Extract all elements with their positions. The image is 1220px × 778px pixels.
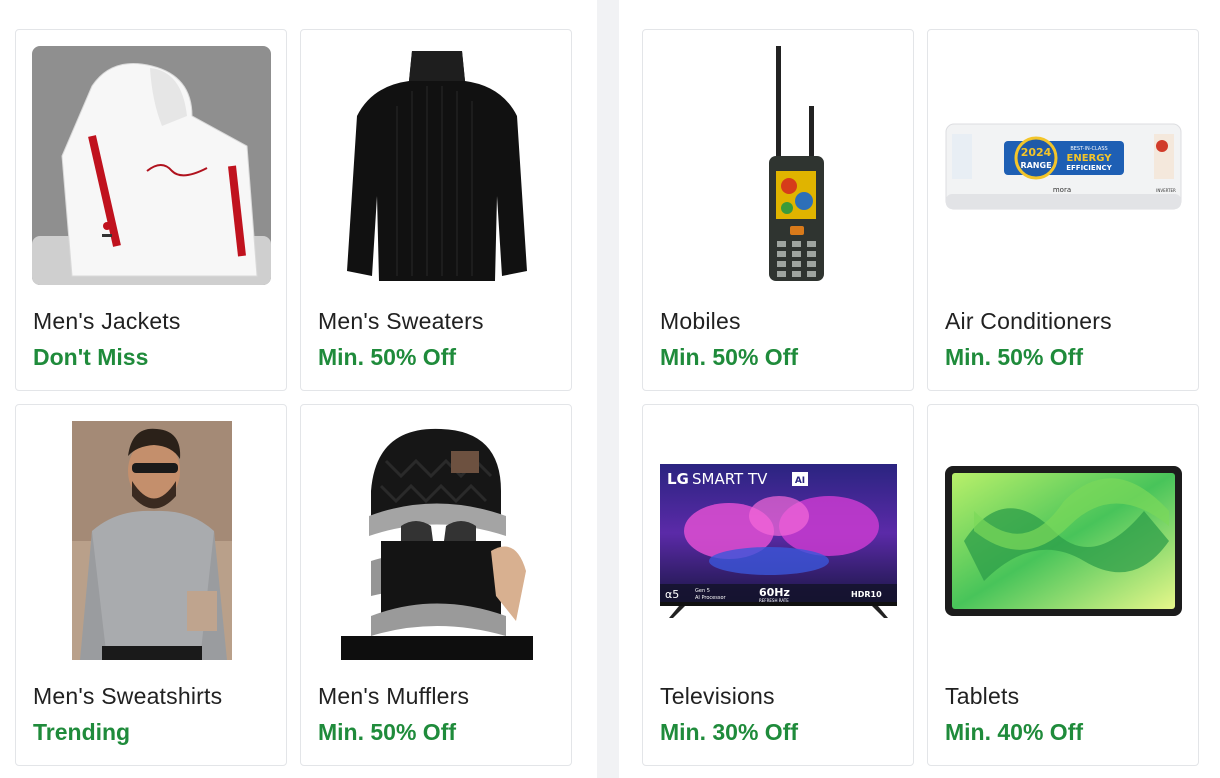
product-image-ac: 2024 RANGE BEST-IN-CLASS ENERGY EFFICIEN… <box>944 46 1183 285</box>
category-card-mens-jackets[interactable]: Men's Jackets Don't Miss <box>15 29 287 391</box>
ac-badge-range: RANGE <box>1020 161 1051 170</box>
ac-badge-line2: ENERGY <box>1067 153 1113 164</box>
card-offer: Min. 50% Off <box>318 344 457 370</box>
product-image-tv: LG SMART TV AI α5 Gen 5 AI Processor 60H… <box>659 421 898 660</box>
category-card-air-conditioners[interactable]: 2024 RANGE BEST-IN-CLASS ENERGY EFFICIEN… <box>927 29 1199 391</box>
card-title: Men's Mufflers <box>318 683 470 709</box>
left-offers-panel: Men's Jackets Don't Miss Men's Sweaters … <box>0 0 597 778</box>
card-title: Men's Sweaters <box>318 308 484 334</box>
card-title: Mobiles <box>660 308 741 334</box>
category-card-mens-sweatshirts[interactable]: Men's Sweatshirts Trending <box>15 404 287 766</box>
card-title: Men's Sweatshirts <box>33 683 223 709</box>
product-image-phone <box>659 46 898 285</box>
tv-gen: Gen 5 <box>695 588 710 594</box>
section-divider <box>597 0 619 778</box>
card-offer: Min. 50% Off <box>945 344 1084 370</box>
tv-hdr: HDR10 <box>851 590 882 599</box>
product-image-sweater <box>317 46 556 285</box>
card-offer: Trending <box>33 719 131 745</box>
tv-heading: SMART TV <box>692 470 768 488</box>
tv-processor: AI Processor <box>695 595 727 601</box>
product-image-muffler <box>317 421 556 660</box>
ac-brand: mora <box>1053 186 1071 194</box>
card-title: Air Conditioners <box>945 308 1112 334</box>
product-image-jacket <box>32 46 271 285</box>
card-offer: Min. 50% Off <box>660 344 799 370</box>
card-title: Men's Jackets <box>33 308 181 334</box>
category-card-mens-sweaters[interactable]: Men's Sweaters Min. 50% Off <box>300 29 572 391</box>
card-title: Televisions <box>660 683 775 709</box>
card-offer: Min. 40% Off <box>945 719 1084 745</box>
right-offers-panel: Mobiles Min. 50% Off 2024 RANGE BEST-IN-… <box>619 0 1220 778</box>
category-card-mens-mufflers[interactable]: Men's Mufflers Min. 50% Off <box>300 404 572 766</box>
card-offer: Min. 30% Off <box>660 719 799 745</box>
category-card-tablets[interactable]: Tablets Min. 40% Off <box>927 404 1199 766</box>
ac-badge-line1: BEST-IN-CLASS <box>1070 146 1107 152</box>
product-image-tablet <box>944 421 1183 660</box>
category-card-televisions[interactable]: LG SMART TV AI α5 Gen 5 AI Processor 60H… <box>642 404 914 766</box>
tv-ai-badge: AI <box>795 476 805 486</box>
tv-chip: α5 <box>665 588 679 601</box>
tv-brand: LG <box>667 470 689 488</box>
card-offer: Don't Miss <box>33 344 149 370</box>
product-image-sweatshirt <box>32 421 271 660</box>
ac-badge-line3: EFFICIENCY <box>1066 164 1112 172</box>
card-offer: Min. 50% Off <box>318 719 457 745</box>
ac-type: INVERTER <box>1156 188 1176 193</box>
card-title: Tablets <box>945 683 1020 709</box>
ac-badge-year: 2024 <box>1021 146 1052 159</box>
category-card-mobiles[interactable]: Mobiles Min. 50% Off <box>642 29 914 391</box>
